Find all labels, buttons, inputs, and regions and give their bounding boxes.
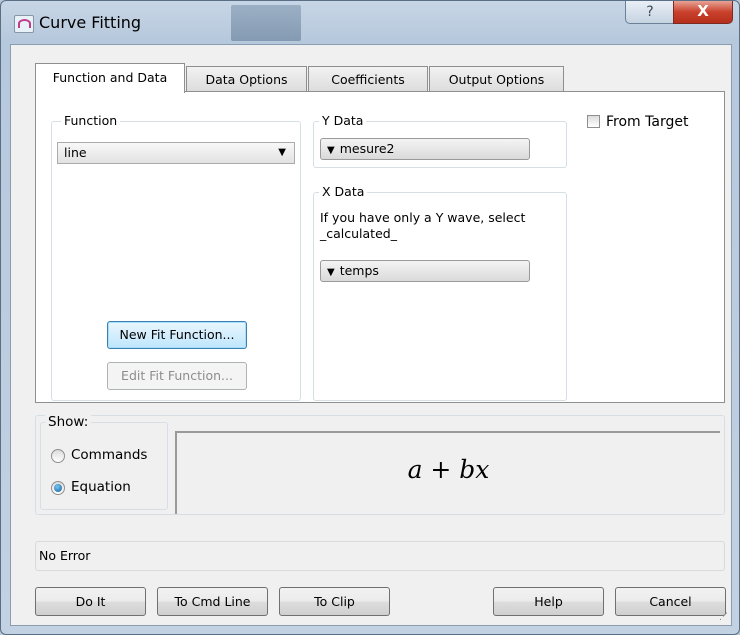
function-group: Function line ▼ New Fit Function... Edit… — [51, 113, 301, 401]
background-window-blur — [231, 5, 301, 41]
xdata-hint: If you have only a Y wave, select _calcu… — [320, 210, 526, 241]
xdata-menu[interactable]: ▼ temps — [320, 260, 530, 282]
xdata-group: X Data If you have only a Y wave, select… — [313, 184, 567, 401]
resize-grip-icon[interactable]: ⋰ — [719, 612, 728, 622]
function-group-label: Function — [61, 113, 121, 128]
to-cmd-line-button[interactable]: To Cmd Line — [157, 587, 268, 616]
from-target-label: From Target — [606, 114, 689, 130]
commands-label: Commands — [71, 447, 148, 463]
equation-label: Equation — [71, 479, 131, 495]
tab-output-options[interactable]: Output Options — [429, 66, 564, 92]
to-clip-button[interactable]: To Clip — [279, 587, 390, 616]
curve-fitting-dialog: Curve Fitting ? X Function and Data Data… — [0, 0, 740, 635]
show-group: Show: Commands Equation — [40, 414, 168, 510]
ydata-menu[interactable]: ▼ mesure2 — [320, 138, 530, 160]
ydata-group-label: Y Data — [319, 113, 367, 128]
cancel-button[interactable]: Cancel — [615, 587, 726, 616]
edit-fit-function-button[interactable]: Edit Fit Function... — [107, 362, 247, 390]
tab-panel-function-and-data: Function line ▼ New Fit Function... Edit… — [35, 91, 725, 403]
status-bar: No Error — [35, 541, 725, 571]
close-icon[interactable]: X — [673, 1, 733, 24]
help-button[interactable]: Help — [493, 587, 604, 616]
show-label: Show: — [45, 414, 92, 430]
app-icon — [14, 15, 34, 33]
status-text: No Error — [39, 548, 91, 563]
new-fit-function-button[interactable]: New Fit Function... — [107, 321, 247, 349]
tab-coefficients[interactable]: Coefficients — [308, 66, 428, 92]
dropdown-triangle-icon: ▼ — [327, 267, 335, 278]
xdata-group-label: X Data — [319, 184, 368, 199]
do-it-button[interactable]: Do It — [35, 587, 146, 616]
commands-radio[interactable] — [51, 449, 65, 463]
ydata-value: mesure2 — [339, 141, 395, 156]
ydata-group: Y Data ▼ mesure2 — [313, 113, 567, 168]
function-select[interactable]: line ▼ — [57, 142, 295, 164]
chevron-down-icon: ▼ — [278, 147, 286, 158]
window-title: Curve Fitting — [39, 13, 142, 32]
xdata-value: temps — [339, 263, 379, 278]
from-target-checkbox[interactable] — [587, 115, 600, 128]
equation-radio[interactable] — [51, 481, 65, 495]
equation-display: a + bx — [175, 431, 720, 514]
function-select-value: line — [64, 145, 87, 160]
help-icon[interactable]: ? — [625, 1, 675, 24]
dialog-body: Function and Data Data Options Coefficie… — [10, 44, 732, 626]
dropdown-triangle-icon: ▼ — [327, 145, 335, 156]
tab-function-and-data[interactable]: Function and Data — [35, 63, 185, 93]
equation-text: a + bx — [407, 455, 490, 484]
title-bar[interactable]: Curve Fitting ? X — [1, 1, 739, 43]
tab-data-options[interactable]: Data Options — [186, 66, 307, 92]
